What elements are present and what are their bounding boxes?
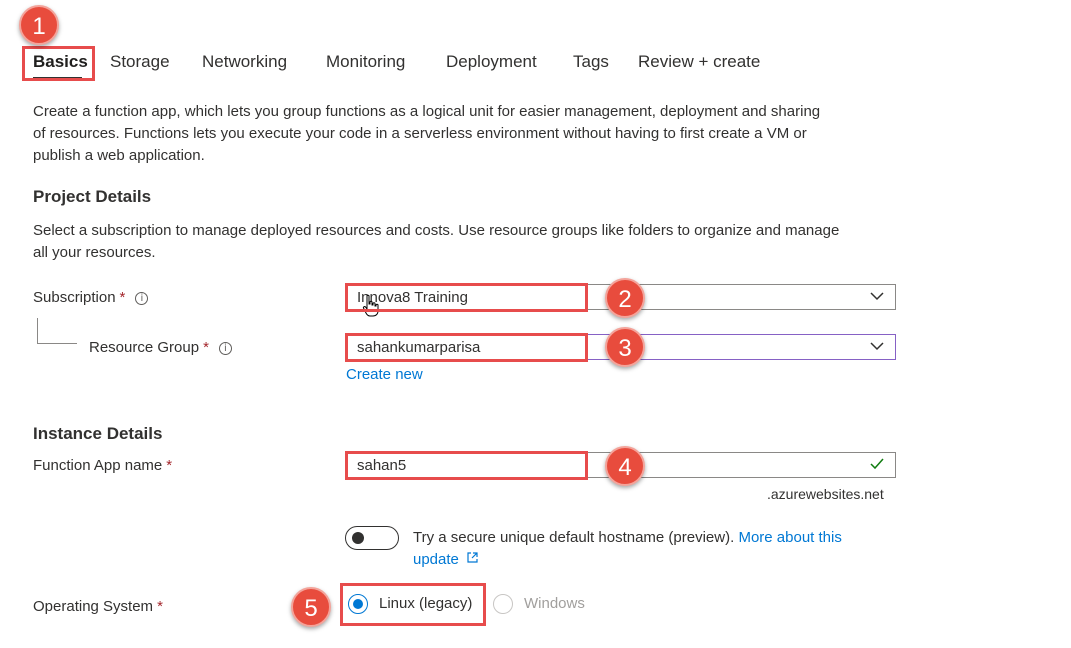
highlight-box-resource-group (345, 333, 588, 362)
tab-storage[interactable]: Storage (110, 52, 170, 72)
radio-windows-label[interactable]: Windows (524, 595, 585, 612)
info-icon[interactable]: i (135, 292, 149, 305)
tree-connector-horizontal (37, 343, 77, 344)
intro-line-1: Create a function app, which lets you gr… (33, 103, 821, 120)
chevron-down-icon (870, 292, 884, 301)
resource-group-label: Resource Group * i (89, 339, 232, 356)
function-app-name-label-text: Function App name (33, 457, 163, 474)
create-new-link[interactable]: Create new (346, 366, 423, 383)
info-icon[interactable]: i (218, 342, 232, 355)
highlight-box-app-name (345, 451, 588, 480)
intro-text: Create a function app, which lets you gr… (33, 101, 903, 167)
update-link[interactable]: update (413, 551, 459, 568)
step-badge-2: 2 (605, 278, 645, 318)
project-desc-line-1: Select a subscription to manage deployed… (33, 222, 840, 239)
external-link-icon (467, 552, 478, 563)
tab-monitoring[interactable]: Monitoring (326, 52, 405, 72)
domain-suffix: .azurewebsites.net (767, 486, 884, 502)
step-badge-4: 4 (605, 446, 645, 486)
project-desc-line-2: all your resources. (33, 244, 156, 261)
function-app-name-label: Function App name * (33, 457, 172, 474)
toggle-description: Try a secure unique default hostname (pr… (413, 527, 913, 571)
operating-system-label-text: Operating System (33, 598, 154, 615)
tree-connector-vertical (37, 318, 38, 344)
highlight-box-subscription (345, 283, 588, 312)
required-marker: * (157, 598, 163, 615)
project-details-description: Select a subscription to manage deployed… (33, 220, 903, 264)
step-badge-5: 5 (291, 587, 331, 627)
required-marker: * (203, 339, 209, 356)
step-badge-1: 1 (19, 5, 59, 45)
subscription-label-text: Subscription (33, 289, 116, 306)
subscription-label: Subscription * i (33, 289, 149, 306)
project-details-heading: Project Details (33, 187, 152, 206)
more-about-link[interactable]: More about this (738, 529, 841, 546)
checkmark-icon (870, 458, 884, 470)
required-marker: * (166, 457, 173, 474)
tab-review-create[interactable]: Review + create (638, 52, 760, 72)
step-badge-3: 3 (605, 327, 645, 367)
toggle-knob (352, 532, 364, 544)
chevron-down-icon (870, 342, 884, 351)
radio-windows[interactable] (493, 594, 513, 614)
operating-system-label: Operating System * (33, 598, 163, 615)
unique-hostname-toggle[interactable] (345, 526, 399, 550)
toggle-text: Try a secure unique default hostname (pr… (413, 529, 735, 546)
resource-group-label-text: Resource Group (89, 339, 200, 356)
required-marker: * (119, 289, 126, 306)
intro-line-2: of resources. Functions lets you execute… (33, 125, 807, 142)
instance-details-heading: Instance Details (33, 424, 163, 443)
tab-deployment[interactable]: Deployment (446, 52, 537, 72)
highlight-box-basics (22, 46, 95, 81)
tab-tags[interactable]: Tags (573, 52, 609, 72)
highlight-box-os (340, 583, 486, 626)
tab-networking[interactable]: Networking (202, 52, 287, 72)
intro-line-3: publish a web application. (33, 147, 205, 164)
